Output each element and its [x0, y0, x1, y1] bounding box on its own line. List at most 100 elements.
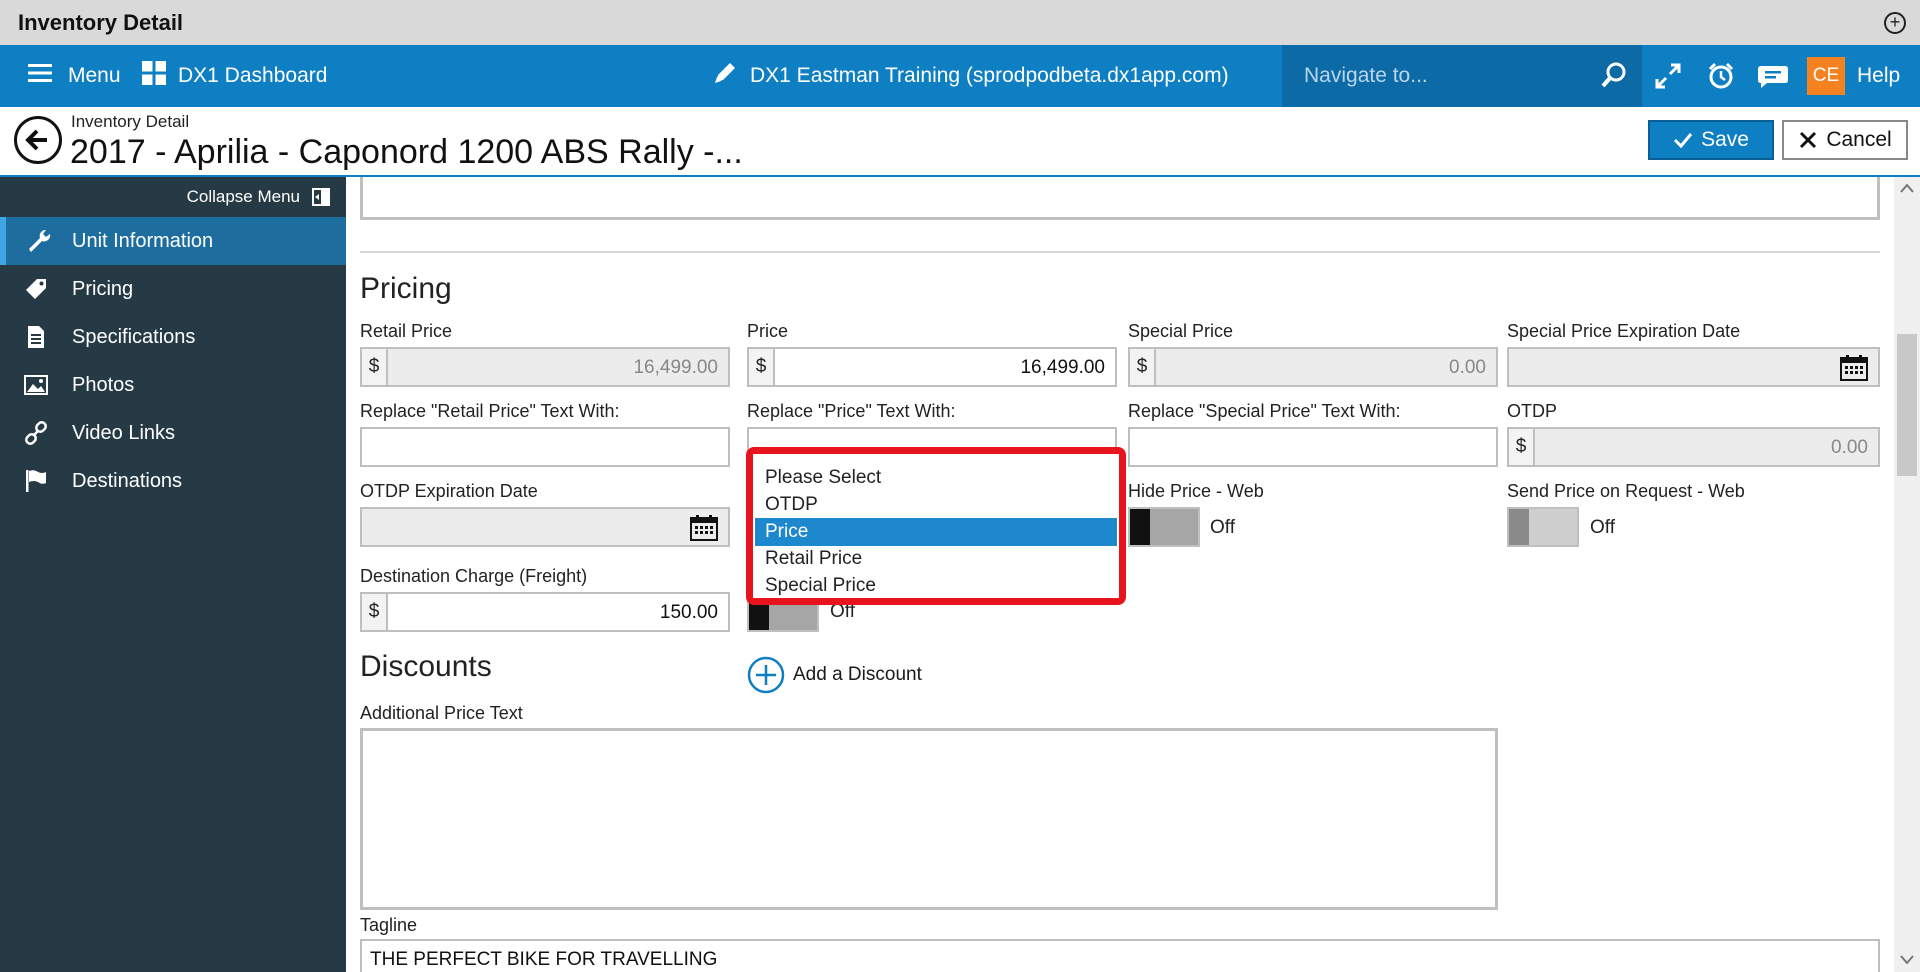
sidebar-item-label: Specifications	[72, 325, 196, 348]
check-icon	[1674, 133, 1693, 149]
help-link[interactable]: Help	[1857, 45, 1900, 107]
sidebar-item-pricing[interactable]: Pricing	[0, 265, 346, 313]
chat-icon[interactable]	[1757, 45, 1789, 107]
additional-price-textarea[interactable]	[360, 728, 1498, 910]
retail-price-value: 16,499.00	[633, 357, 718, 378]
document-icon	[0, 325, 72, 349]
sidebar-item-label: Unit Information	[72, 229, 214, 252]
top-navigation: Menu DX1 Dashboard DX1 Eastman Training …	[0, 45, 1920, 107]
calendar-icon[interactable]	[690, 515, 718, 546]
dashboard-button[interactable]: DX1 Dashboard	[142, 45, 327, 107]
currency-prefix: $	[362, 594, 388, 630]
dropdown-option-special-price[interactable]: Special Price	[755, 572, 1117, 600]
price-value: 16,499.00	[1020, 357, 1105, 378]
send-price-on-request-toggle[interactable]	[1507, 507, 1579, 547]
otdp-field: $ 0.00	[1507, 427, 1880, 467]
sidebar-item-unit-information[interactable]: Unit Information	[0, 217, 346, 265]
expand-icon[interactable]	[1654, 45, 1682, 107]
breadcrumb: Inventory Detail	[71, 112, 190, 131]
back-arrow-icon	[25, 129, 47, 151]
sidebar-item-label: Pricing	[72, 277, 134, 300]
additional-price-text-label: Additional Price Text	[360, 703, 523, 723]
otdp-value: 0.00	[1831, 437, 1868, 458]
discounts-section-title: Discounts	[360, 650, 492, 683]
price-label: Price	[747, 321, 789, 341]
flag-icon	[0, 469, 72, 493]
scrollbar-thumb[interactable]	[1897, 334, 1917, 476]
dashboard-icon	[142, 61, 166, 91]
site-selector[interactable]: DX1 Eastman Training (sprodpodbeta.dx1ap…	[712, 45, 1229, 107]
page-title: 2017 - Aprilia - Caponord 1200 ABS Rally…	[70, 133, 743, 171]
sidebar-item-label: Video Links	[72, 421, 176, 444]
special-price-expiration-label: Special Price Expiration Date	[1507, 321, 1741, 341]
previous-section-textarea[interactable]	[360, 177, 1880, 220]
add-window-icon[interactable]: +	[1884, 12, 1906, 34]
hamburger-icon	[28, 63, 52, 89]
sidebar-item-specifications[interactable]: Specifications	[0, 313, 346, 361]
cancel-label: Cancel	[1826, 128, 1892, 151]
retail-price-label: Retail Price	[360, 321, 453, 341]
save-button[interactable]: Save	[1648, 120, 1774, 160]
hide-price-web-toggle[interactable]	[1128, 507, 1200, 547]
back-button[interactable]	[14, 116, 62, 164]
add-discount-label: Add a Discount	[793, 664, 922, 685]
navigate-search-input[interactable]	[1304, 59, 1584, 93]
special-price-value: 0.00	[1449, 357, 1486, 378]
tag-icon	[0, 277, 72, 301]
otdp-expiration-field[interactable]	[360, 507, 730, 547]
add-discount-button[interactable]: Add a Discount	[747, 656, 922, 694]
user-avatar[interactable]: CE	[1807, 45, 1845, 107]
replace-retail-input[interactable]	[360, 427, 730, 467]
link-icon	[0, 421, 72, 445]
window-title-bar: Inventory Detail +	[0, 0, 1920, 45]
currency-prefix: $	[362, 349, 388, 385]
toggle-knob	[1130, 509, 1150, 545]
hide-price-web-label: Hide Price - Web	[1128, 481, 1264, 501]
menu-button[interactable]: Menu	[28, 45, 121, 107]
pricing-section-title: Pricing	[360, 272, 452, 305]
dropdown-option-otdp[interactable]: OTDP	[755, 491, 1117, 519]
sidebar-item-video-links[interactable]: Video Links	[0, 409, 346, 457]
user-initials-badge: CE	[1807, 57, 1845, 95]
sidebar-item-destinations[interactable]: Destinations	[0, 457, 346, 505]
vertical-scrollbar[interactable]	[1894, 177, 1920, 972]
save-label: Save	[1701, 128, 1749, 151]
tagline-input[interactable]: THE PERFECT BIKE FOR TRAVELLING	[360, 939, 1880, 972]
special-price-expiration-field[interactable]	[1507, 347, 1880, 387]
hide-price-web-state: Off	[1210, 517, 1235, 538]
site-label: DX1 Eastman Training (sprodpodbeta.dx1ap…	[750, 64, 1229, 87]
navigate-search	[1282, 45, 1642, 107]
special-price-field: $ 0.00	[1128, 347, 1498, 387]
dashboard-label: DX1 Dashboard	[178, 64, 328, 87]
replace-price-label: Replace "Price" Text With:	[747, 401, 956, 421]
collapse-icon	[312, 188, 330, 206]
collapse-menu-button[interactable]: Collapse Menu	[0, 177, 346, 217]
pencil-icon	[712, 60, 738, 92]
replace-special-input[interactable]	[1128, 427, 1498, 467]
cancel-button[interactable]: Cancel	[1782, 120, 1908, 160]
collapse-menu-label: Collapse Menu	[186, 187, 300, 206]
retail-price-field: $ 16,499.00	[360, 347, 730, 387]
calendar-icon[interactable]	[1840, 355, 1868, 386]
alarm-clock-icon[interactable]	[1707, 45, 1735, 107]
add-circle-icon	[747, 656, 785, 694]
send-price-on-request-label: Send Price on Request - Web	[1507, 481, 1745, 501]
tagline-value: THE PERFECT BIKE FOR TRAVELLING	[370, 949, 718, 970]
dropdown-option-price[interactable]: Price	[755, 518, 1117, 546]
menu-label: Menu	[68, 64, 121, 87]
currency-prefix: $	[1130, 349, 1156, 385]
destination-charge-value: 150.00	[659, 602, 718, 623]
scroll-down-icon[interactable]	[1900, 955, 1914, 965]
dropdown-option-please-select[interactable]: Please Select	[755, 464, 1117, 492]
sidebar: Collapse Menu Unit Information Pricing S…	[0, 177, 346, 972]
destination-charge-field[interactable]: $ 150.00	[360, 592, 730, 632]
sidebar-item-label: Photos	[72, 373, 135, 396]
destination-charge-label: Destination Charge (Freight)	[360, 566, 588, 586]
sidebar-item-photos[interactable]: Photos	[0, 361, 346, 409]
window-title: Inventory Detail	[18, 10, 184, 35]
search-icon[interactable]	[1600, 61, 1628, 94]
scroll-up-icon[interactable]	[1900, 183, 1914, 193]
price-field[interactable]: $ 16,499.00	[747, 347, 1117, 387]
dropdown-option-retail-price[interactable]: Retail Price	[755, 545, 1117, 573]
image-icon	[0, 375, 72, 395]
